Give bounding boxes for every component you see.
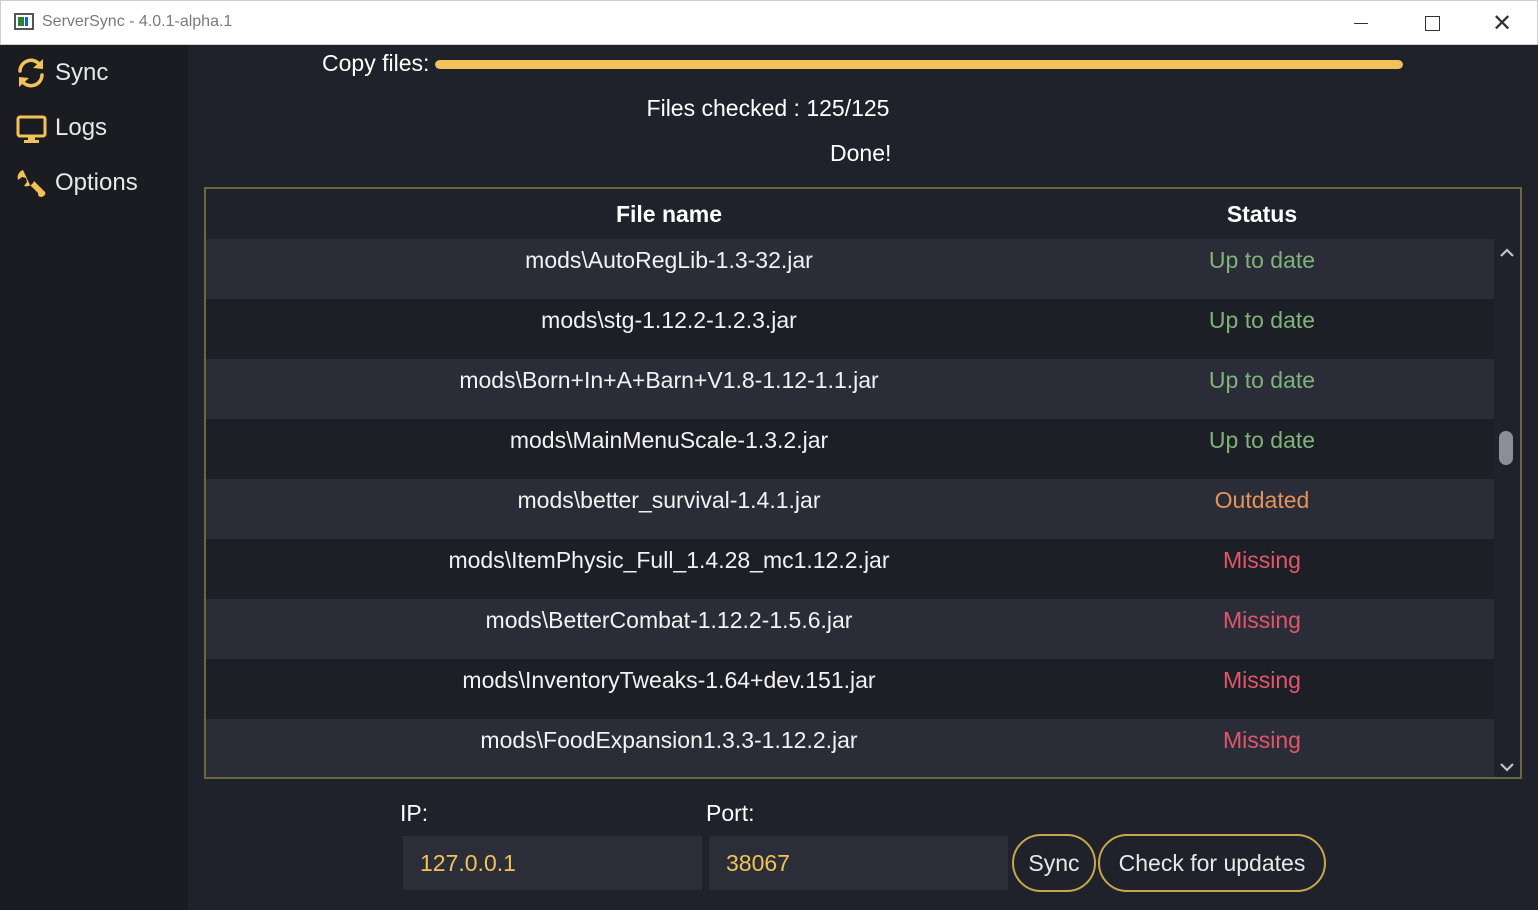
table-row[interactable]: mods\FoodExpansion1.3.3-1.12.2.jar Missin…: [206, 719, 1496, 777]
file-table: File name Status mods\AutoRegLib-1.3-32.…: [204, 187, 1522, 779]
copy-files-progress-bar: [435, 60, 1403, 69]
files-checked-value: Files checked : 125/125: [646, 95, 890, 121]
sidebar-item-label: Sync: [55, 59, 109, 86]
copy-files-label: Copy files:: [322, 50, 430, 76]
file-name-cell: mods\better_survival-1.4.1.jar: [517, 487, 821, 513]
status-cell: Missing: [1223, 607, 1301, 633]
table-row[interactable]: mods\MainMenuScale-1.3.2.jar Up to date: [206, 419, 1496, 479]
table-row[interactable]: mods\stg-1.12.2-1.2.3.jar Up to date: [206, 299, 1496, 359]
port-label: Port:: [706, 800, 755, 826]
table-row[interactable]: mods\InventoryTweaks-1.64+dev.151.jar Mis…: [206, 659, 1496, 719]
progress-fill: [435, 60, 1403, 69]
status-cell: Missing: [1223, 667, 1301, 693]
window-title: ServerSync - 4.0.1-alpha.1: [42, 13, 233, 30]
table-row[interactable]: mods\BetterCombat-1.12.2-1.5.6.jar Missin…: [206, 599, 1496, 659]
status-cell: Up to date: [1208, 427, 1316, 453]
file-name-cell: mods\MainMenuScale-1.3.2.jar: [509, 427, 829, 453]
scrollbar-thumb[interactable]: [1499, 431, 1513, 465]
table-row[interactable]: mods\Born+In+A+Barn+V1.8-1.12-1.1.jar Up …: [206, 359, 1496, 419]
file-name-cell: mods\InventoryTweaks-1.64+dev.151.jar: [462, 667, 876, 693]
status-message: Done!: [830, 140, 892, 166]
chevron-up-icon[interactable]: [1499, 245, 1515, 261]
sidebar-item-sync[interactable]: Sync: [0, 48, 188, 98]
sidebar-item-options[interactable]: Options: [0, 158, 188, 208]
maximize-button[interactable]: [1397, 1, 1467, 45]
status-cell: Missing: [1223, 547, 1301, 573]
maximize-icon: [1424, 15, 1440, 31]
minimize-icon: [1354, 22, 1368, 24]
close-icon: ✕: [1491, 9, 1513, 37]
status-cell: Missing: [1223, 727, 1301, 753]
close-button[interactable]: ✕: [1467, 1, 1537, 45]
table-scrollbar[interactable]: [1494, 239, 1520, 777]
chevron-down-icon[interactable]: [1499, 759, 1515, 775]
sidebar: Sync Logs Options: [0, 45, 188, 910]
wrench-icon: [17, 170, 46, 197]
sync-button[interactable]: Sync: [1012, 834, 1096, 892]
app-icon: [14, 13, 34, 30]
file-name-cell: mods\ItemPhysic_Full_1.4.28_mc1.12.2.jar: [448, 547, 890, 573]
file-name-cell: mods\stg-1.12.2-1.2.3.jar: [541, 307, 797, 333]
files-checked-text: Files checked : 125/125: [0, 95, 1538, 122]
file-name-cell: mods\Born+In+A+Barn+V1.8-1.12-1.1.jar: [459, 367, 879, 393]
table-row[interactable]: mods\ItemPhysic_Full_1.4.28_mc1.12.2.jar…: [206, 539, 1496, 599]
column-header-file-name[interactable]: File name: [206, 201, 1132, 228]
file-name-cell: mods\BetterCombat-1.12.2-1.5.6.jar: [485, 607, 853, 633]
sync-icon: [18, 58, 44, 88]
ip-label: IP:: [400, 800, 429, 826]
column-header-status[interactable]: Status: [1132, 201, 1392, 228]
minimize-button[interactable]: [1326, 1, 1396, 45]
status-cell: Up to date: [1208, 307, 1316, 333]
status-cell: Up to date: [1208, 247, 1316, 273]
table-row[interactable]: mods\AutoRegLib-1.3-32.jar Up to date: [206, 239, 1496, 299]
ip-input[interactable]: [403, 836, 702, 890]
title-bar: ServerSync - 4.0.1-alpha.1 ✕: [0, 0, 1538, 45]
status-cell: Up to date: [1208, 367, 1316, 393]
table-body: mods\AutoRegLib-1.3-32.jar Up to date mods…: [206, 239, 1496, 777]
status-cell: Outdated: [1214, 487, 1310, 513]
file-name-cell: mods\AutoRegLib-1.3-32.jar: [525, 247, 813, 273]
table-header: File name Status: [206, 189, 1520, 241]
check-for-updates-button[interactable]: Check for updates: [1098, 834, 1326, 892]
file-name-cell: mods\FoodExpansion1.3.3-1.12.2.jar: [480, 727, 858, 753]
port-input[interactable]: [709, 836, 1008, 890]
sidebar-item-label: Options: [55, 169, 138, 196]
table-row[interactable]: mods\better_survival-1.4.1.jar Outdated: [206, 479, 1496, 539]
